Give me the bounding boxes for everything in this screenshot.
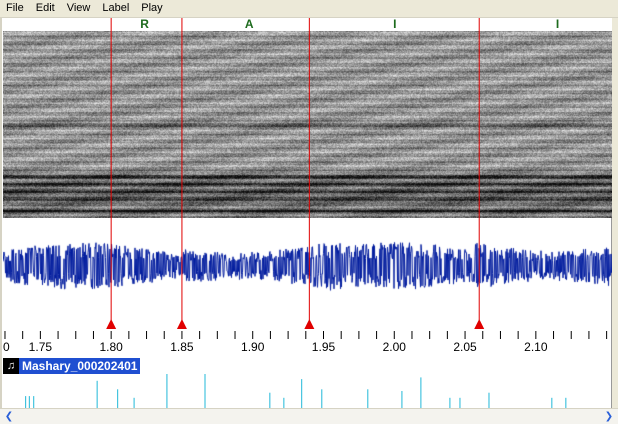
phoneme-label[interactable]: I [556, 18, 559, 31]
horizontal-scrollbar[interactable]: ❮ ❯ [0, 408, 618, 424]
phoneme-label[interactable]: R [140, 18, 149, 31]
ruler-tick-label: 2.10 [524, 340, 548, 354]
menu-label[interactable]: Label [96, 0, 135, 17]
track-name: Mashary_000202401 [22, 359, 138, 373]
ruler-tick-label: 1.80 [99, 340, 123, 354]
time-ruler[interactable]: 0 1.75 1.80 1.85 1.90 1.95 2.00 2.05 2.10 [3, 328, 612, 354]
menu-file[interactable]: File [0, 0, 30, 17]
event-track[interactable] [3, 374, 612, 408]
menu-bar: File Edit View Label Play [0, 0, 618, 18]
window-edge [612, 18, 618, 408]
track-header[interactable]: ♫ Mashary_000202401 [3, 358, 141, 374]
speaker-icon: ♫ [3, 358, 19, 374]
menu-edit[interactable]: Edit [30, 0, 61, 17]
phoneme-label-row[interactable]: RAII [3, 18, 612, 31]
ruler-tick-label: 1.95 [311, 340, 336, 354]
waveform[interactable] [3, 230, 612, 302]
spectrogram[interactable] [3, 31, 612, 218]
scroll-right-icon[interactable]: ❯ [602, 410, 616, 423]
ruler-edge-label: 0 [3, 340, 10, 354]
ruler-tick-label: 2.00 [382, 340, 406, 354]
menu-view[interactable]: View [61, 0, 97, 17]
phoneme-label[interactable]: I [393, 18, 396, 31]
ruler-tick-label: 2.05 [453, 340, 477, 354]
menu-play[interactable]: Play [135, 0, 168, 17]
scroll-left-icon[interactable]: ❮ [2, 410, 16, 423]
ruler-tick-label: 1.75 [28, 340, 53, 354]
scroll-track[interactable] [18, 411, 600, 422]
ruler-tick-label: 1.90 [241, 340, 265, 354]
ruler-ticks [4, 331, 608, 339]
ruler-tick-label: 1.85 [170, 340, 194, 354]
phoneme-label[interactable]: A [245, 18, 254, 31]
